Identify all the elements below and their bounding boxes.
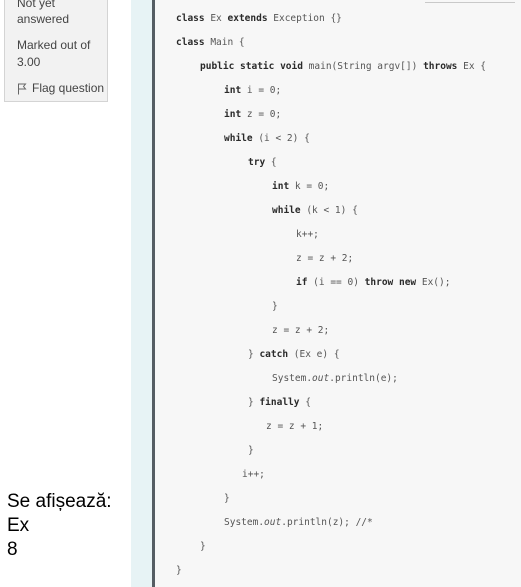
- code-token: (i < 2) {: [252, 133, 310, 144]
- flag-question-button[interactable]: Flag question: [17, 79, 104, 97]
- code-token: out: [264, 517, 282, 528]
- code-token: z = z + 1;: [266, 421, 324, 432]
- code-token: z = 0;: [241, 109, 282, 120]
- code-token: Ex {: [457, 61, 486, 72]
- answer-line-3: 8: [7, 539, 18, 560]
- code-top-edge: [425, 0, 515, 3]
- code-token: class: [176, 37, 205, 48]
- code-line: }: [176, 564, 182, 578]
- code-token: z = z + 2;: [296, 253, 354, 264]
- code-token: }: [200, 541, 206, 552]
- code-line: k++;: [296, 228, 319, 242]
- code-token: Ex();: [416, 277, 451, 288]
- flag-question-label: Flag question: [32, 81, 105, 95]
- code-line: int i = 0;: [224, 84, 281, 98]
- code-line: }: [200, 540, 206, 554]
- code-token: throws: [423, 61, 458, 72]
- code-token: Exception {}: [267, 13, 342, 24]
- code-line: } finally {: [248, 396, 311, 410]
- code-token: Ex: [204, 13, 228, 24]
- code-line: z = z + 2;: [296, 252, 353, 266]
- flag-icon: [17, 82, 27, 95]
- code-line: int z = 0;: [224, 108, 281, 122]
- code-block: class Ex extends Exception {} class Main …: [155, 0, 521, 587]
- code-token: main(String argv[]): [302, 61, 424, 72]
- code-token: throw new: [364, 277, 417, 288]
- code-token: }: [176, 565, 182, 576]
- question-mark-value: 3.00: [17, 55, 41, 69]
- code-line: public static void main(String argv[]) t…: [200, 60, 486, 74]
- code-token: catch: [259, 349, 289, 360]
- code-token: }: [272, 301, 278, 312]
- code-line: class Ex extends Exception {}: [176, 12, 342, 26]
- question-status-line2: answered: [17, 12, 70, 26]
- code-token: extends: [227, 13, 268, 24]
- code-token: .println(z); //*: [281, 517, 373, 528]
- code-token: }: [248, 349, 260, 360]
- code-line: }: [224, 492, 230, 506]
- code-token: i = 0;: [241, 85, 282, 96]
- code-token: {: [265, 157, 277, 168]
- code-token: System.: [224, 517, 265, 528]
- code-line: } catch (Ex e) {: [248, 348, 340, 362]
- code-line: System.out.println(z); //*: [224, 516, 373, 530]
- code-token: (i == 0): [307, 277, 365, 288]
- code-token: while: [224, 133, 253, 144]
- answer-text: Se afișează: Ex 8: [7, 490, 112, 562]
- code-token: k++;: [296, 229, 319, 240]
- answer-line-2: Ex: [7, 515, 30, 536]
- code-token: z = z + 2;: [272, 325, 330, 336]
- code-token: .println(e);: [329, 373, 398, 384]
- code-token: try: [248, 157, 266, 168]
- code-token: (Ex e) {: [288, 349, 340, 360]
- code-line: int k = 0;: [272, 180, 329, 194]
- code-token: }: [248, 397, 260, 408]
- question-info-panel: Not yet answered Marked out of 3.00 Flag…: [4, 0, 108, 102]
- code-token: while: [272, 205, 301, 216]
- code-token: public static void: [200, 61, 303, 72]
- code-token: int: [272, 181, 290, 192]
- code-line: while (i < 2) {: [224, 132, 310, 146]
- code-token: System.: [272, 373, 313, 384]
- code-token: out: [312, 373, 330, 384]
- code-line: z = z + 2;: [272, 324, 329, 338]
- code-token: (k < 1) {: [300, 205, 358, 216]
- code-line: while (k < 1) {: [272, 204, 358, 218]
- code-token: int: [224, 85, 242, 96]
- code-line: if (i == 0) throw new Ex();: [296, 276, 450, 290]
- code-token: i++;: [242, 469, 265, 480]
- code-token: finally: [259, 397, 300, 408]
- code-line: System.out.println(e);: [272, 372, 398, 386]
- question-mark-label: Marked out of: [17, 38, 91, 52]
- code-line: }: [272, 300, 278, 314]
- code-token: class: [176, 13, 205, 24]
- code-line: z = z + 1;: [266, 420, 323, 434]
- code-line: }: [248, 444, 254, 458]
- code-token: if: [296, 277, 308, 288]
- code-token: {: [299, 397, 311, 408]
- answer-line-1: Se afișează:: [7, 491, 112, 512]
- code-token: }: [224, 493, 230, 504]
- code-token: Main {: [204, 37, 245, 48]
- code-token: k = 0;: [289, 181, 330, 192]
- code-line: i++;: [242, 468, 265, 482]
- code-token: int: [224, 109, 242, 120]
- code-line: try {: [248, 156, 277, 170]
- code-line: class Main {: [176, 36, 245, 50]
- code-token: }: [248, 445, 254, 456]
